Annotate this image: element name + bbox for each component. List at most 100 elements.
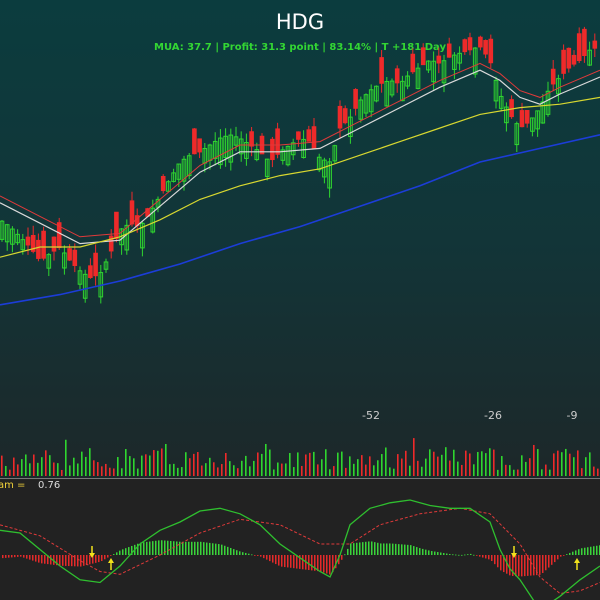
candle-body	[410, 53, 416, 73]
volume-bar	[585, 457, 587, 476]
histogram-bar	[575, 550, 577, 555]
volume-bar	[397, 454, 399, 476]
histogram-bar	[590, 546, 592, 555]
volume-bar	[405, 450, 407, 476]
volume-bar	[317, 464, 319, 476]
histogram-bar	[419, 548, 421, 555]
volume-bar	[9, 469, 11, 476]
candle-body	[483, 40, 488, 55]
histogram-bar	[119, 550, 121, 555]
volume-bar	[297, 452, 299, 476]
candle-body	[25, 236, 31, 246]
histogram-bar	[320, 555, 322, 572]
volume-bar	[545, 464, 547, 476]
histogram-bar	[434, 551, 436, 555]
candle-body	[129, 200, 135, 225]
volume-bar	[265, 443, 267, 476]
candle-body	[519, 110, 525, 128]
histogram-bar	[533, 555, 535, 576]
volume-bar	[25, 454, 27, 476]
histogram-bar	[428, 550, 430, 555]
volume-bar	[121, 468, 123, 476]
volume-bar	[573, 457, 575, 476]
volume-bar	[325, 449, 327, 476]
candle-body	[550, 68, 556, 85]
histogram-bar	[167, 540, 169, 555]
candle-body	[311, 126, 317, 149]
volume-bar	[521, 455, 523, 476]
volume-bar	[5, 465, 7, 476]
histogram-bar	[488, 555, 490, 560]
volume-bar	[557, 450, 559, 476]
histogram-bar	[476, 555, 478, 556]
volume-bar	[101, 466, 103, 476]
histogram-bar	[371, 541, 373, 555]
candle-body	[566, 47, 572, 69]
volume-bar	[481, 451, 483, 476]
candle-body	[582, 28, 587, 57]
histogram-bar	[356, 542, 358, 555]
volume-bar	[477, 451, 479, 476]
histogram-bar	[149, 541, 151, 555]
candle-body	[524, 110, 530, 124]
histogram-bar	[146, 541, 148, 555]
volume-bar	[389, 467, 391, 476]
volume-bar	[17, 464, 19, 476]
volume-bar	[373, 465, 375, 476]
histogram-bar	[185, 541, 187, 555]
histogram-bar	[266, 555, 268, 560]
histogram-bar	[416, 547, 418, 555]
candle-body	[467, 37, 473, 51]
period-marker-52: -52	[362, 409, 380, 422]
histogram-bar	[446, 553, 448, 555]
histogram-bar	[218, 544, 220, 555]
volume-bar	[461, 464, 463, 476]
histogram-bar	[542, 555, 544, 573]
histogram-bar	[227, 546, 229, 555]
histogram-bar	[245, 552, 247, 555]
histogram-bar	[236, 550, 238, 555]
histogram-bar	[509, 555, 511, 576]
histogram-bar	[383, 543, 385, 555]
histogram-bar	[194, 541, 196, 555]
volume-bar	[305, 454, 307, 476]
ma-mid-line	[0, 96, 600, 258]
histogram-bar	[68, 555, 70, 567]
volume-bar	[281, 463, 283, 476]
histogram-bar	[116, 552, 118, 555]
histogram-bar	[521, 555, 523, 577]
histogram-bar	[152, 541, 154, 555]
volume-bar	[577, 450, 579, 476]
candle-body	[462, 39, 468, 53]
histogram-bar	[596, 545, 598, 555]
candle-body	[353, 89, 358, 109]
histogram-bar	[359, 542, 361, 555]
volume-bar	[209, 457, 211, 476]
histogram-bar	[518, 555, 520, 577]
histogram-bar	[2, 555, 4, 559]
period-markers: -52 -26 -9	[362, 409, 577, 422]
candle-body	[41, 230, 46, 259]
volume-bar	[377, 460, 379, 476]
histogram-bar	[59, 555, 61, 566]
histogram-bar	[380, 543, 382, 555]
chart-canvas: -52 -26 -9	[0, 26, 600, 600]
histogram-bar	[122, 549, 124, 555]
histogram-bar	[71, 555, 73, 567]
volume-bar	[597, 468, 599, 476]
histogram-bar	[200, 541, 202, 555]
histogram-bar	[212, 543, 214, 555]
volume-bar	[289, 453, 291, 476]
volume-bar	[485, 453, 487, 476]
candle-body	[72, 249, 78, 266]
period-marker-26: -26	[484, 409, 502, 422]
volume-bar	[269, 449, 271, 476]
volume-bar	[85, 456, 87, 476]
histogram-bar	[101, 555, 103, 562]
histogram-bar	[155, 540, 157, 555]
volume-bar	[493, 449, 495, 476]
histogram-bar	[233, 549, 235, 555]
histogram-bar	[581, 548, 583, 555]
volume-bar	[113, 468, 115, 476]
histogram-bar	[239, 551, 241, 555]
